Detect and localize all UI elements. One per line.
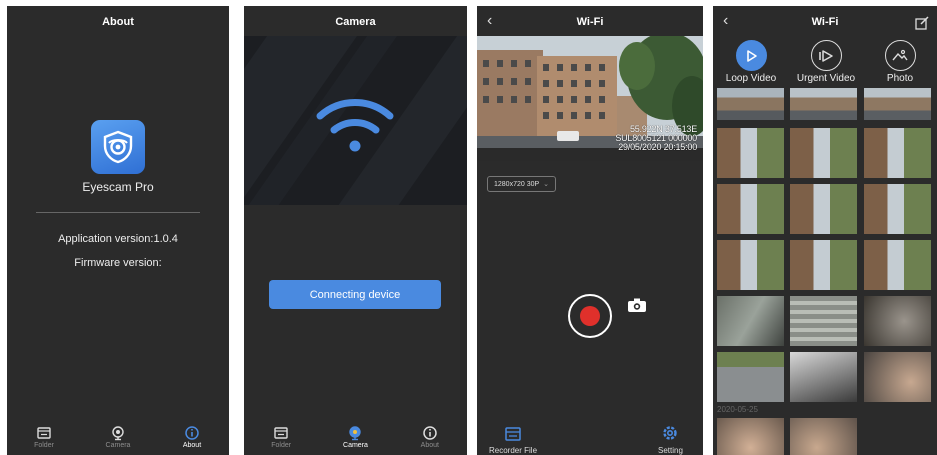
tab-about[interactable]: About <box>155 425 229 455</box>
connection-banner <box>244 36 467 205</box>
loop-video-icon <box>735 40 767 71</box>
tab-label: About <box>420 442 439 449</box>
video-thumbnail[interactable] <box>717 128 784 178</box>
urgent-video-icon <box>810 40 842 71</box>
mode-label: Photo <box>886 73 914 84</box>
video-thumbnail[interactable] <box>790 128 857 178</box>
media-mode-tabs: Loop Video Urgent Video Photo <box>713 40 937 88</box>
video-thumbnail[interactable] <box>864 88 931 120</box>
video-thumbnail[interactable] <box>717 418 784 455</box>
tab-label: About <box>182 442 202 449</box>
file-browser-screen: ‹ Wi-Fi Loop Video Urgent Video Photo 20… <box>713 6 937 455</box>
shield-icon <box>103 130 133 164</box>
edit-icon[interactable] <box>915 16 929 30</box>
app-name: Eyescam Pro <box>82 180 154 194</box>
page-title: Camera <box>335 16 376 28</box>
tab-about[interactable]: About <box>393 425 467 455</box>
camera-screen: Camera Connecting device Folder Camera A… <box>244 6 467 455</box>
record-dot-icon <box>580 306 600 326</box>
video-thumbnail[interactable] <box>790 88 857 120</box>
video-thumbnail[interactable] <box>790 418 857 455</box>
video-thumbnail[interactable] <box>790 184 857 234</box>
resolution-dropdown[interactable]: 1280x720 30P ⌄ <box>487 176 557 192</box>
tab-photo[interactable]: Photo <box>865 40 935 84</box>
app-version: Application version:1.0.4 <box>58 233 178 245</box>
mode-label: Urgent Video <box>796 73 856 84</box>
tab-label: Camera <box>105 442 131 449</box>
setting-button[interactable]: Setting <box>658 424 683 455</box>
tab-label: Folder <box>271 442 292 449</box>
video-thumbnail[interactable] <box>864 128 931 178</box>
page-title: Wi-Fi <box>576 16 604 28</box>
wifi-live-screen: ‹ Wi-Fi 55.922N 37.513E SUL8005121 00000… <box>477 6 703 455</box>
mode-label: Loop Video <box>725 73 777 84</box>
connecting-device-button[interactable]: Connecting device <box>269 280 441 309</box>
tab-folder[interactable]: Folder <box>244 425 318 455</box>
tab-label: Folder <box>34 442 54 449</box>
tab-loop-video[interactable]: Loop Video <box>716 40 786 84</box>
wifi-icon <box>316 99 394 152</box>
bottom-toolbar: Recorder File Setting <box>477 421 703 455</box>
recorder-file-label: Recorder File <box>489 446 538 455</box>
info-icon <box>423 426 437 440</box>
page-title: About <box>102 16 134 28</box>
divider <box>36 212 200 213</box>
record-button[interactable] <box>568 294 612 338</box>
photo-icon <box>884 40 916 71</box>
setting-label: Setting <box>658 446 683 455</box>
osd-timestamp: 29/05/2020 20:15:00 <box>618 142 697 152</box>
live-preview: 55.922N 37.513E SUL8005121 000000 29/05/… <box>477 36 703 161</box>
camera-icon <box>349 426 362 441</box>
tab-label: Camera <box>343 442 368 449</box>
tab-bar: Folder Camera About <box>7 425 229 455</box>
page-title: Wi-Fi <box>811 16 839 28</box>
video-thumbnail[interactable] <box>790 352 857 402</box>
folder-icon <box>505 427 521 441</box>
video-thumbnail[interactable] <box>717 352 784 402</box>
gps-overlay: 55.922N 37.513E SUL8005121 000000 29/05/… <box>615 125 697 152</box>
camera-icon <box>112 426 124 441</box>
folder-icon <box>37 427 51 439</box>
video-thumbnail[interactable] <box>790 296 857 346</box>
resolution-value: 1280x720 30P <box>494 180 540 188</box>
app-logo <box>91 120 145 174</box>
video-thumbnail[interactable] <box>717 240 784 290</box>
snapshot-camera-icon[interactable] <box>626 297 648 313</box>
folder-icon <box>274 427 288 439</box>
video-thumbnail[interactable] <box>864 184 931 234</box>
video-thumbnail[interactable] <box>717 184 784 234</box>
recorder-file-button[interactable]: Recorder File <box>489 426 537 455</box>
info-icon <box>185 426 199 440</box>
tab-folder[interactable]: Folder <box>7 425 81 455</box>
about-screen: About Eyescam Pro Application version:1.… <box>7 6 229 455</box>
firmware-version: Firmware version: <box>74 257 162 269</box>
chevron-down-icon: ⌄ <box>543 181 550 188</box>
tab-camera[interactable]: Camera <box>318 425 392 455</box>
gear-icon <box>663 426 678 440</box>
video-thumbnail[interactable] <box>864 352 931 402</box>
date-section-header: 2020-05-25 <box>717 405 758 414</box>
tab-bar: Folder Camera About <box>244 425 467 455</box>
tab-urgent-video[interactable]: Urgent Video <box>791 40 861 84</box>
tab-camera[interactable]: Camera <box>81 425 155 455</box>
video-thumbnail[interactable] <box>717 88 784 120</box>
video-thumbnail[interactable] <box>864 240 931 290</box>
video-thumbnail[interactable] <box>717 296 784 346</box>
video-thumbnail[interactable] <box>864 296 931 346</box>
video-thumbnail[interactable] <box>790 240 857 290</box>
